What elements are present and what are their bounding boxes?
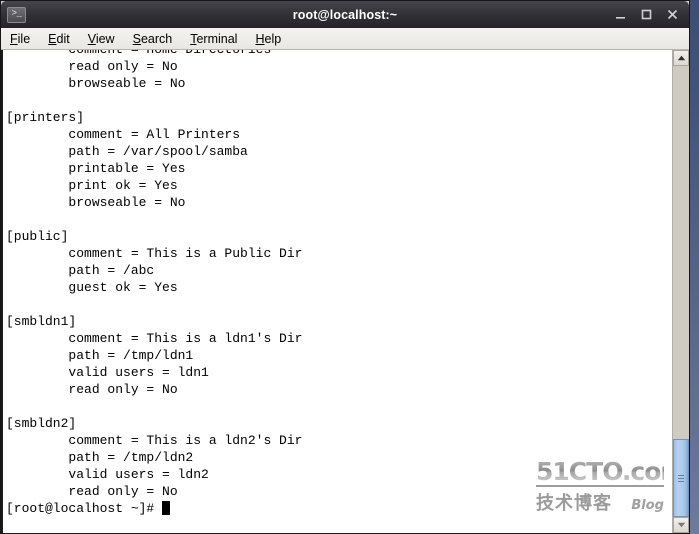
terminal-window: >_ root@localhost:~ File Edit View Searc… [0,0,690,534]
text-cursor [162,501,170,515]
menu-help-label: elp [264,31,282,46]
watermark: 51CTO.com 技术博客 Blog [536,457,672,515]
menu-bar: File Edit View Search Terminal Help [1,28,689,50]
menu-search-mnemonic: S [132,31,141,46]
watermark-blog: Blog [631,498,664,513]
terminal-screen[interactable]: comment = Home Directories read only = N… [1,50,672,533]
watermark-chinese: 技术博客 [536,493,612,514]
menu-edit[interactable]: Edit [48,31,79,47]
watermark-subtitle: 技术博客 Blog [536,489,664,515]
shell-prompt: [root@localhost ~]# [6,501,163,516]
watermark-divider [536,485,664,487]
scroll-up-icon[interactable] [673,50,689,66]
menu-view-label: iew [95,31,115,46]
menu-edit-label: dit [56,31,70,46]
menu-view-mnemonic: V [87,31,96,46]
menu-search[interactable]: Search [133,31,182,47]
close-icon[interactable] [666,8,679,21]
menu-help-mnemonic: H [255,31,265,46]
menu-terminal[interactable]: Terminal [190,31,246,47]
menu-file[interactable]: File [10,31,39,47]
menu-view[interactable]: View [88,31,124,47]
scrollbar-grip [678,475,684,484]
menu-file-mnemonic: F [10,31,18,46]
scroll-down-icon[interactable] [673,517,689,533]
terminal-icon-glyph: >_ [11,8,22,19]
menu-file-label: ile [17,31,31,46]
terminal-icon: >_ [7,6,26,23]
scrollbar-track[interactable] [673,66,689,517]
watermark-brand: 51CTO.com [536,457,672,486]
minimize-icon[interactable] [614,8,627,21]
window-controls [614,8,683,21]
maximize-icon[interactable] [640,8,653,21]
vertical-scrollbar[interactable] [672,50,689,533]
terminal-config-text: comment = Home Directories read only = N… [6,50,303,499]
scrollbar-thumb[interactable] [673,439,689,517]
terminal-area: comment = Home Directories read only = N… [1,50,689,533]
menu-terminal-label: erminal [196,31,238,46]
title-bar[interactable]: >_ root@localhost:~ [1,1,689,28]
menu-help[interactable]: Help [255,31,290,47]
window-title: root@localhost:~ [292,7,398,22]
terminal-output: comment = Home Directories read only = N… [6,50,302,517]
menu-edit-mnemonic: E [48,31,57,46]
menu-search-label: earch [140,31,173,46]
